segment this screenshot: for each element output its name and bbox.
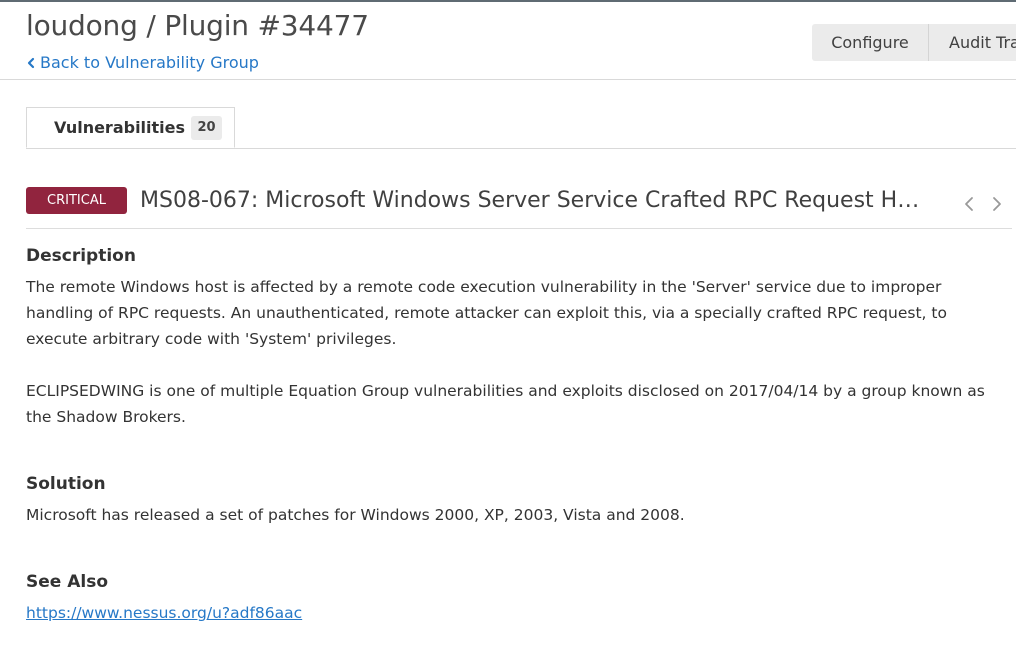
solution-heading: Solution bbox=[26, 474, 106, 494]
page-header: loudong / Plugin #34477 Back to Vulnerab… bbox=[0, 2, 1016, 80]
description-text-2: ECLIPSEDWING is one of multiple Equation… bbox=[26, 378, 1006, 430]
tab-vulnerabilities[interactable]: Vulnerabilities 20 bbox=[26, 107, 235, 148]
back-to-group-link[interactable]: Back to Vulnerability Group bbox=[26, 53, 259, 72]
see-also-heading: See Also bbox=[26, 572, 109, 592]
chevron-left-icon bbox=[27, 57, 35, 68]
previous-vulnerability-icon[interactable] bbox=[962, 195, 976, 213]
description-text: The remote Windows host is affected by a… bbox=[26, 274, 1006, 352]
configure-button[interactable]: Configure bbox=[812, 24, 929, 61]
description-line: the Shadow Brokers. bbox=[26, 408, 186, 426]
back-link-label: Back to Vulnerability Group bbox=[40, 53, 259, 72]
audit-trail-button[interactable]: Audit Trail bbox=[929, 24, 1016, 61]
severity-badge: CRITICAL bbox=[26, 187, 127, 214]
tab-label: Vulnerabilities bbox=[54, 118, 186, 137]
tab-count-badge: 20 bbox=[191, 116, 222, 140]
page-title: loudong / Plugin #34477 bbox=[26, 9, 369, 42]
header-button-group: Configure Audit Trail bbox=[812, 24, 1016, 61]
description-line: ECLIPSEDWING is one of multiple Equation… bbox=[26, 382, 985, 400]
see-also-link[interactable]: https://www.nessus.org/u?adf86aac bbox=[26, 604, 302, 622]
divider bbox=[26, 228, 1012, 229]
tab-bar: Vulnerabilities 20 bbox=[26, 107, 1016, 149]
next-vulnerability-icon[interactable] bbox=[990, 195, 1004, 213]
description-line: handling of RPC requests. An unauthentic… bbox=[26, 304, 947, 322]
description-heading: Description bbox=[26, 246, 136, 266]
description-line: The remote Windows host is affected by a… bbox=[26, 278, 942, 296]
see-also-list: https://www.nessus.org/u?adf86aac bbox=[26, 600, 1006, 626]
solution-text: Microsoft has released a set of patches … bbox=[26, 506, 685, 524]
vulnerability-title: MS08-067: Microsoft Windows Server Servi… bbox=[140, 188, 920, 213]
description-line: execute arbitrary code with 'System' pri… bbox=[26, 330, 397, 348]
